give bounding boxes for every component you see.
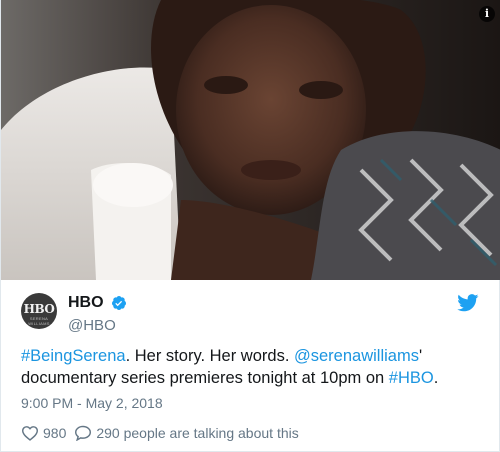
tweet-media-image[interactable]: i: [1, 0, 500, 280]
tweet-text-part3: .: [433, 369, 439, 387]
tweet-embed: i HBO SERENA WILLIAMS HBO @HBO #BeingSer…: [0, 0, 500, 452]
mention-link[interactable]: @serenawilliams: [294, 347, 419, 365]
author-display-name[interactable]: HBO: [68, 293, 104, 313]
replies-button[interactable]: 290 people are talking about this: [74, 425, 299, 441]
like-count: 980: [43, 425, 67, 441]
avatar-subtext: SERENA WILLIAMS: [28, 316, 50, 326]
avatar[interactable]: HBO SERENA WILLIAMS: [21, 293, 57, 329]
avatar-logo-text: HBO: [23, 302, 55, 316]
comment-icon: [75, 425, 92, 441]
replies-text: 290 people are talking about this: [96, 425, 299, 441]
tweet-text: #BeingSerena. Her story. Her words. @ser…: [21, 345, 481, 389]
hashtag-hbo-link[interactable]: #HBO: [389, 369, 434, 387]
info-icon[interactable]: i: [479, 6, 495, 22]
hashtag-link[interactable]: #BeingSerena: [21, 347, 126, 365]
tweet-text-part1: . Her story. Her words.: [125, 347, 294, 365]
tweet-actions: 980 290 people are talking about this: [21, 423, 307, 443]
tweet-header: HBO SERENA WILLIAMS HBO @HBO: [21, 293, 481, 337]
heart-icon: [21, 426, 39, 441]
author-handle[interactable]: @HBO: [68, 316, 127, 336]
verified-badge-icon: [112, 296, 127, 310]
tweet-timestamp[interactable]: 9:00 PM - May 2, 2018: [21, 395, 163, 411]
author-names: HBO @HBO: [68, 293, 127, 336]
video-still: [1, 0, 500, 280]
like-button[interactable]: 980: [21, 425, 66, 441]
twitter-bird-icon[interactable]: [457, 294, 479, 312]
